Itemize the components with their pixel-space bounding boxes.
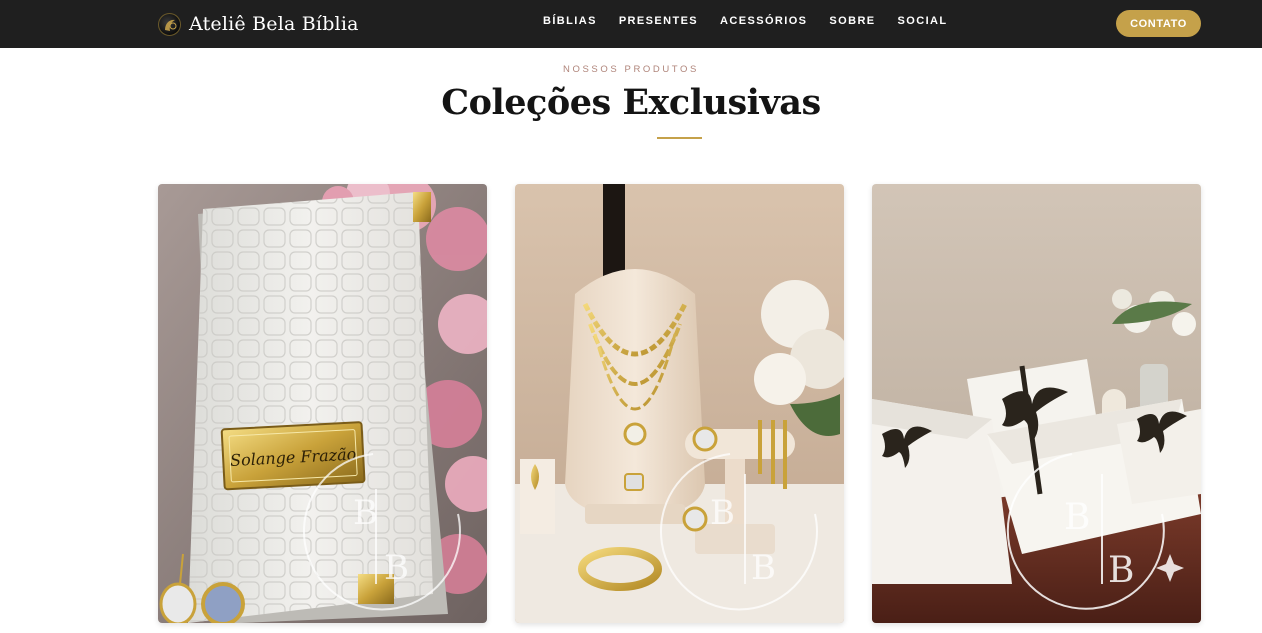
main-nav: BÍBLIAS PRESENTES ACESSÓRIOS SOBRE SOCIA… [543,15,970,27]
svg-text:B: B [1064,497,1090,538]
svg-text:B: B [710,493,735,533]
brand-name: Ateliê Bela Bíblia [189,13,359,35]
bible-photo: Solange Frazão B B [158,184,487,623]
svg-text:B: B [353,493,378,533]
site-header: Ateliê Bela Bíblia BÍBLIAS PRESENTES ACE… [0,0,1262,48]
svg-text:B: B [751,548,776,588]
contact-button[interactable]: CONTATO [1116,10,1201,37]
nav-item-sobre[interactable]: SOBRE [829,15,875,27]
svg-text:B: B [1108,550,1134,591]
svg-text:B: B [384,548,409,588]
logo-icon [158,12,181,36]
product-card-bible[interactable]: Solange Frazão B B [158,184,487,623]
nav-item-social[interactable]: SOCIAL [898,15,948,27]
section-eyebrow: NOSSOS PRODUTOS [563,64,699,75]
jewelry-photo: B B [515,184,844,623]
nav-item-presentes[interactable]: PRESENTES [619,15,698,27]
product-card-jewelry[interactable]: B B [515,184,844,623]
gift-boxes-photo: B B [872,184,1201,623]
product-card-gifts[interactable]: B B [872,184,1201,623]
nav-item-acessorios[interactable]: ACESSÓRIOS [720,15,807,27]
title-divider [657,137,702,139]
nav-item-biblias[interactable]: BÍBLIAS [543,15,597,27]
brand-logo[interactable]: Ateliê Bela Bíblia [158,11,359,37]
section-title: Coleções Exclusivas [441,82,821,123]
